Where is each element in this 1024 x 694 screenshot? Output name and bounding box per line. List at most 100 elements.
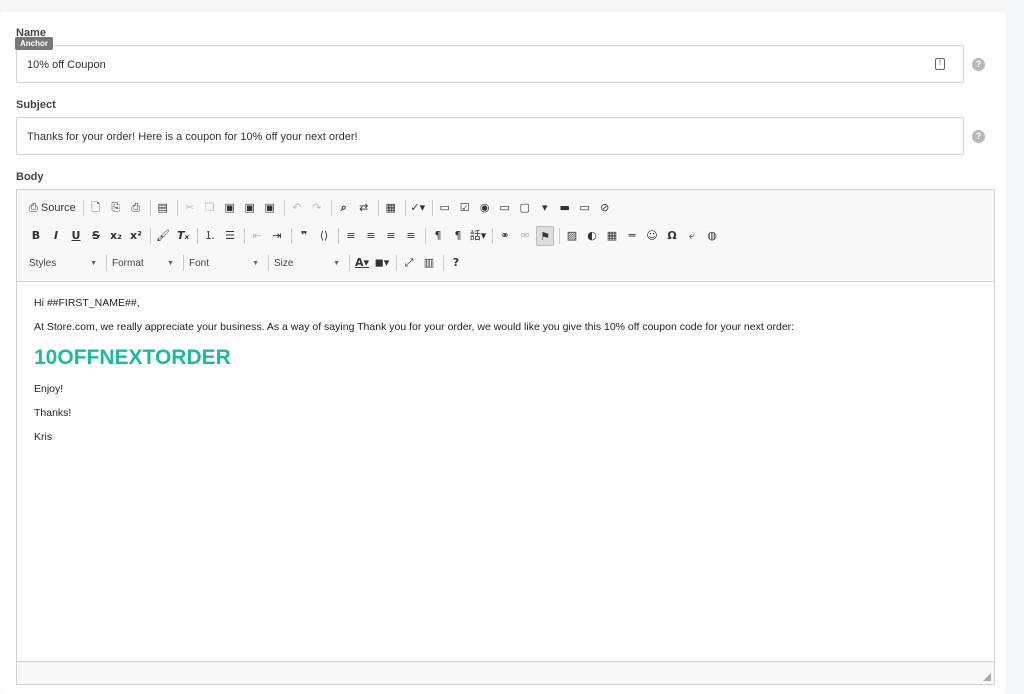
rtl-icon[interactable]: ¶ (449, 226, 467, 246)
separator (176, 200, 178, 216)
subject-help-icon[interactable]: ? (972, 130, 985, 143)
align-left-icon[interactable]: ≡ (342, 226, 360, 246)
size-dropdown[interactable]: Size ▼ (272, 253, 346, 273)
separator (431, 200, 433, 216)
subscript-icon[interactable]: x₂ (107, 226, 125, 246)
form-icon[interactable]: ▭ (436, 198, 454, 218)
div-icon[interactable]: ⟨⟩ (315, 226, 333, 246)
spellcheck-icon[interactable]: ✓▾ (409, 198, 427, 218)
bold-icon[interactable]: B (27, 226, 45, 246)
table-icon[interactable]: ▦ (603, 226, 621, 246)
copy-icon[interactable]: ❐ (201, 198, 219, 218)
strikethrough-icon[interactable]: S (87, 226, 105, 246)
toolbar-row-1: ⎙ Source 🗋 ⎘ ⎙ ▤ ✂ ❐ ▣ ▣ ▣ ↶ ↷ ⌕ ⇄ ▦ ✓▾ … (27, 197, 616, 219)
horizontal-line-icon[interactable]: ═ (623, 226, 641, 246)
special-char-icon[interactable]: Ω (663, 226, 681, 246)
image-button-icon[interactable]: ▭ (576, 198, 594, 218)
name-value: 10% off Coupon (27, 59, 106, 71)
justify-icon[interactable]: ≡ (402, 226, 420, 246)
separator (330, 200, 332, 216)
separator (82, 200, 84, 216)
name-help-icon[interactable]: ? (972, 58, 985, 71)
unlink-icon[interactable]: ⚮ (516, 226, 534, 246)
subject-input[interactable]: Thanks for your order! Here is a coupon … (16, 117, 964, 155)
numbered-list-icon[interactable]: ⒈ (201, 226, 219, 246)
templates-icon[interactable]: ▤ (154, 198, 172, 218)
enjoy-text: Enjoy! (34, 383, 64, 395)
bg-color-icon[interactable]: ◼▾ (373, 253, 391, 273)
image-icon[interactable]: ▨ (563, 226, 581, 246)
paste-text-icon[interactable]: ▣ (241, 198, 259, 218)
separator (377, 200, 379, 216)
redo-icon[interactable]: ↷ (308, 198, 326, 218)
page-break-icon[interactable]: ⤶ (683, 226, 701, 246)
smiley-icon[interactable]: ☺ (643, 226, 661, 246)
cut-icon[interactable]: ✂ (181, 198, 199, 218)
outdent-icon[interactable]: ⇤ (248, 226, 266, 246)
textfield-icon[interactable]: ▭ (496, 198, 514, 218)
replace-icon[interactable]: ⇄ (355, 198, 373, 218)
align-center-icon[interactable]: ≡ (362, 226, 380, 246)
copy-format-icon[interactable]: 🖌 (154, 226, 172, 246)
separator (268, 255, 269, 271)
separator (283, 200, 285, 216)
paste-icon[interactable]: ▣ (221, 198, 239, 218)
size-label: Size (274, 257, 294, 269)
undo-icon[interactable]: ↶ (288, 198, 306, 218)
about-icon[interactable]: ? (447, 253, 465, 273)
bulleted-list-icon[interactable]: ☰ (221, 226, 239, 246)
chevron-down-icon: ▼ (90, 259, 97, 267)
editor-content[interactable]: Hi ##FIRST_NAME##, At Store.com, we real… (17, 283, 994, 661)
italic-icon[interactable]: I (47, 226, 65, 246)
font-label: Font (189, 257, 210, 269)
field-menu-icon[interactable]: ! (935, 58, 945, 70)
maximize-icon[interactable]: ⤢ (400, 253, 418, 273)
indent-icon[interactable]: ⇥ (268, 226, 286, 246)
editor-footer (17, 661, 994, 684)
remove-format-icon[interactable]: Tₓ (174, 226, 192, 246)
textarea-icon[interactable]: ▢ (516, 198, 534, 218)
separator (338, 228, 339, 244)
resize-handle-icon[interactable] (983, 673, 991, 681)
find-icon[interactable]: ⌕ (335, 198, 353, 218)
preview-icon[interactable]: ⎘ (107, 198, 125, 218)
font-dropdown[interactable]: Font ▼ (187, 253, 265, 273)
name-input[interactable]: 10% off Coupon ! (16, 45, 964, 83)
editor-toolbar: ⎙ Source 🗋 ⎘ ⎙ ▤ ✂ ❐ ▣ ▣ ▣ ↶ ↷ ⌕ ⇄ ▦ ✓▾ … (17, 190, 994, 282)
styles-dropdown[interactable]: Styles ▼ (27, 253, 103, 273)
anchor-flag-icon[interactable]: ⚑ (536, 226, 554, 246)
coupon-code: 10OFFNEXTORDER (34, 346, 231, 369)
print-icon[interactable]: ⎙ (127, 198, 145, 218)
format-dropdown[interactable]: Format ▼ (110, 253, 180, 273)
language-icon[interactable]: 話▾ (469, 226, 487, 246)
flash-icon[interactable]: ◐ (583, 226, 601, 246)
link-icon[interactable]: ⚭ (496, 226, 514, 246)
button-icon[interactable]: ▬ (556, 198, 574, 218)
source-button[interactable]: ⎙ Source (27, 198, 78, 218)
radio-icon[interactable]: ◉ (476, 198, 494, 218)
new-page-icon[interactable]: 🗋 (87, 198, 105, 218)
text-color-icon[interactable]: A▾ (353, 253, 371, 273)
source-label: Source (40, 202, 76, 214)
underline-icon[interactable]: U (67, 226, 85, 246)
ltr-icon[interactable]: ¶ (429, 226, 447, 246)
paste-word-icon[interactable]: ▣ (261, 198, 279, 218)
superscript-icon[interactable]: x² (127, 226, 145, 246)
blockquote-icon[interactable]: ❞ (295, 226, 313, 246)
separator (425, 228, 426, 244)
iframe-icon[interactable]: ◍ (703, 226, 721, 246)
message-text: At Store.com, we really appreciate your … (34, 321, 795, 333)
subject-label: Subject (16, 99, 56, 111)
select-all-icon[interactable]: ▦ (382, 198, 400, 218)
separator (244, 228, 245, 244)
chevron-down-icon: ▼ (167, 259, 174, 267)
chevron-down-icon: ▼ (333, 259, 340, 267)
checkbox-icon[interactable]: ☑ (456, 198, 474, 218)
show-blocks-icon[interactable]: ▥ (420, 253, 438, 273)
hidden-field-icon[interactable]: ⊘ (596, 198, 614, 218)
toolbar-row-2: B I U S x₂ x² 🖌 Tₓ ⒈ ☰ ⇤ ⇥ ❞ ⟨⟩ ≡ ≡ ≡ ≡ … (27, 225, 723, 247)
body-label: Body (16, 171, 44, 183)
select-icon[interactable]: ▾ (536, 198, 554, 218)
separator (150, 228, 151, 244)
align-right-icon[interactable]: ≡ (382, 226, 400, 246)
